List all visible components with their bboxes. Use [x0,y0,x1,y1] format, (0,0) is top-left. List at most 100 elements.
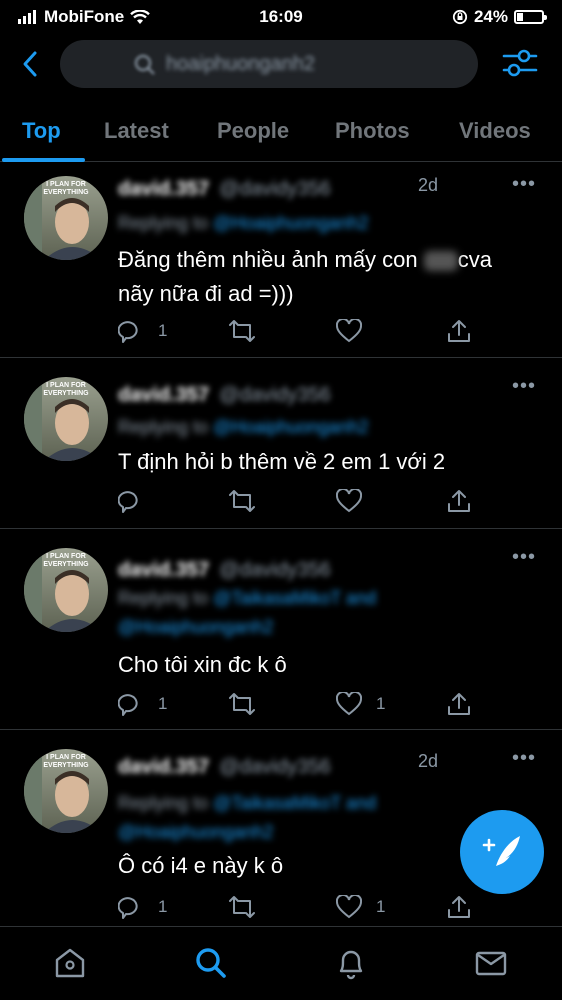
bottom-navigation [0,926,562,1000]
replying-handle[interactable]: @Hoaiphuonganh2 [118,617,376,638]
battery-percent: 24% [473,7,508,26]
replying-handle[interactable]: @TaikasaMikoT and [213,793,376,813]
nav-notifications[interactable] [333,945,369,981]
avatar[interactable]: I PLAN FOR EVERYTHING [24,749,108,833]
tweet-card[interactable]: I PLAN FOR EVERYTHING david.357 @davidy3… [0,530,562,730]
replying-prefix: Replying to [118,417,209,437]
author-name: david.357 [118,177,210,200]
like-button[interactable]: 1 [336,893,385,921]
avatar-caption: I PLAN FOR EVERYTHING [43,754,89,769]
replying-to: Replying to @Hoaiphuonganh2 [118,417,368,438]
search-filter-button[interactable] [500,46,540,82]
author-name: david.357 [118,755,210,778]
like-count: 1 [376,694,386,713]
notifications-bell-icon [339,950,363,980]
share-button[interactable] [446,487,472,515]
more-button[interactable]: ••• [512,375,536,398]
tab-videos[interactable]: Videos [459,100,531,162]
back-button[interactable] [14,48,46,80]
search-icon [134,54,155,75]
replying-handle[interactable]: @Hoaiphuonganh2 [213,213,368,233]
more-button[interactable]: ••• [512,546,536,569]
tweet-text-line: T định hỏi b thêm về 2 em 1 với 2 [118,449,446,474]
reply-button[interactable] [118,487,158,515]
more-button[interactable]: ••• [512,173,536,196]
author-line[interactable]: david.357 @davidy356 [118,381,331,409]
author-handle: @davidy356 [219,755,331,778]
author-line[interactable]: david.357 @davidy356 [118,556,331,584]
search-icon [196,948,226,978]
tweet-text: T định hỏi b thêm về 2 em 1 với 2 [118,445,445,479]
reply-icon [118,321,138,343]
tweet-text: Đăng thêm nhiều ảnh mấy con cva nãy nữa … [118,243,492,311]
retweet-button[interactable] [228,690,256,718]
retweet-button[interactable] [228,317,256,345]
share-icon [448,490,470,512]
search-tabs: Top Latest People Photos Videos [0,100,562,162]
tweet-text-line: Ô có i4 e này k ô [118,853,284,878]
replying-handle[interactable]: @Hoaiphuonganh2 [213,417,368,437]
replying-handle[interactable]: @Hoaiphuonganh2 [118,822,376,843]
clock: 16:09 [259,7,303,26]
filter-settings-icon [502,49,538,77]
share-icon [448,320,470,342]
reply-count: 1 [158,897,168,916]
replying-prefix: Replying to [118,588,209,608]
reply-button[interactable]: 1 [118,690,167,718]
avatar-caption: I PLAN FOR EVERYTHING [43,181,89,196]
retweet-icon [229,490,255,512]
tab-photos[interactable]: Photos [335,100,410,162]
tweet-text-part: cva [457,247,493,272]
wifi-icon [130,9,151,24]
tweet-text-line: Cho tôi xin đc k ô [118,652,287,677]
author-line[interactable]: david.357 @davidy356 [118,753,331,781]
tweet-text: Ô có i4 e này k ô [118,849,283,883]
avatar-caption: I PLAN FOR EVERYTHING [43,553,89,568]
search-input[interactable]: hoaiphuonganh2 [60,40,478,88]
redacted-blur [423,251,458,272]
like-icon [336,895,362,919]
author-line[interactable]: david.357 @davidy356 [118,175,331,203]
tab-people[interactable]: People [217,100,289,162]
status-left: MobiFone [18,7,151,27]
replying-to: Replying to @Hoaiphuonganh2 [118,213,368,234]
tweet-actions: 1 1 [118,690,478,718]
tweet-text-part: Đăng thêm nhiều ảnh mấy con [118,247,418,272]
replying-handle[interactable]: @TaikasaMikoT and [213,588,376,608]
reply-icon [118,897,138,919]
tweet-timestamp: 2d [418,751,439,771]
avatar-caption: I PLAN FOR EVERYTHING [43,382,89,397]
share-button[interactable] [446,317,472,345]
nav-home[interactable] [52,945,88,981]
like-button[interactable] [336,487,376,515]
carrier-name: MobiFone [44,7,125,26]
share-icon [448,896,470,918]
tweet-text-line: Đăng thêm nhiều ảnh mấy con cva [118,243,492,277]
home-icon [55,948,85,978]
tweet-card[interactable]: I PLAN FOR EVERYTHING david.357 @davidy3… [0,359,562,529]
compose-tweet-icon [482,836,520,866]
nav-messages[interactable] [473,945,509,981]
author-handle: @davidy356 [219,383,331,406]
tab-latest[interactable]: Latest [104,100,169,162]
avatar[interactable]: I PLAN FOR EVERYTHING [24,176,108,260]
tab-top[interactable]: Top [2,100,85,162]
avatar[interactable]: I PLAN FOR EVERYTHING [24,377,108,461]
nav-search[interactable] [193,945,229,981]
like-icon [336,489,362,513]
reply-button[interactable]: 1 [118,317,167,345]
share-button[interactable] [446,690,472,718]
share-button[interactable] [446,893,472,921]
avatar[interactable]: I PLAN FOR EVERYTHING [24,548,108,632]
tweet-actions: 1 [118,317,478,345]
like-button[interactable] [336,317,376,345]
more-button[interactable]: ••• [512,747,536,770]
tweet-card[interactable]: I PLAN FOR EVERYTHING david.357 @davidy3… [0,163,562,358]
share-icon [448,693,470,715]
retweet-button[interactable] [228,487,256,515]
retweet-button[interactable] [228,893,256,921]
reply-button[interactable]: 1 [118,893,167,921]
compose-tweet-button[interactable] [460,810,544,894]
status-right: 24% [452,7,547,27]
like-button[interactable]: 1 [336,690,385,718]
